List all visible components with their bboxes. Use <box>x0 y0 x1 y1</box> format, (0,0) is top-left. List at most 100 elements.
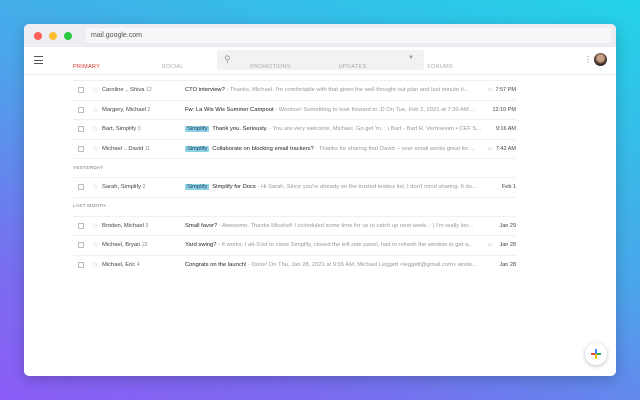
date: Jan 28 <box>499 261 516 268</box>
sender: Bart, Simplify 3 <box>102 126 185 132</box>
sender: Sarah, Simplify 2 <box>102 184 185 190</box>
star-icon[interactable]: ☆ <box>92 241 102 249</box>
chevron-down-icon[interactable]: ▼ <box>408 55 414 61</box>
email-row[interactable]: ☆ Caroline .. Shiva 12 CTO interview? - Th… <box>73 80 516 100</box>
sender: Caroline .. Shiva 12 <box>102 87 185 93</box>
more-options-icon[interactable]: ⋮ <box>584 55 592 64</box>
email-summary: Fw: La Wis Wis Summer Campout - Woohoo! … <box>185 107 483 113</box>
select-checkbox[interactable] <box>78 87 84 94</box>
snippet: - Woohoo! Something to look forward to :… <box>273 106 476 113</box>
star-icon[interactable]: ☆ <box>92 183 102 191</box>
menu-icon[interactable] <box>34 56 43 67</box>
select-checkbox[interactable] <box>78 184 84 191</box>
snippet: - Hi Sarah, Since you're already on the … <box>255 184 477 191</box>
email-summary: Simplify Thank you. Seriously. - You are … <box>185 126 483 133</box>
star-icon[interactable]: ☆ <box>92 222 102 230</box>
subject: Congrats on the launch! <box>185 261 247 268</box>
sender: Michael .. David 11 <box>102 146 185 152</box>
date: 7:42 AM <box>495 145 516 152</box>
select-checkbox[interactable] <box>78 242 84 249</box>
subject: CTO interview? <box>185 87 225 94</box>
label-badge[interactable]: Simplify <box>185 145 210 152</box>
email-row[interactable]: ☆ Michael, Bryan 22 Yard swing? - It works… <box>73 235 516 255</box>
sender-names: Michael, Bryan <box>102 242 141 249</box>
attachment-icon: ▭ <box>487 242 493 249</box>
thread-count: 12 <box>146 87 152 94</box>
tab-promotions[interactable]: PROMOTIONS <box>250 64 339 80</box>
star-icon[interactable]: ☆ <box>92 86 102 94</box>
email-summary: Simplify Collaborate on blocking email tr… <box>185 145 483 152</box>
select-checkbox[interactable] <box>78 145 84 152</box>
select-checkbox[interactable] <box>78 106 84 113</box>
date: Feb 1 <box>501 184 516 191</box>
star-icon[interactable]: ☆ <box>92 261 102 269</box>
date: 9:16 AM <box>495 126 516 133</box>
date: Jan 29 <box>499 222 516 229</box>
maximize-window-button[interactable] <box>64 31 72 40</box>
email-row[interactable]: ☆ Bart, Simplify 3 Simplify Thank you. Seri… <box>73 119 516 139</box>
sender-names: Caroline .. Shiva <box>102 87 145 94</box>
sender-names: Michael, Eric <box>102 261 136 268</box>
snippet: - Awesome. Thanks Micahel! I scheduled s… <box>217 222 474 229</box>
sender: Margery, Michael 2 <box>102 107 185 113</box>
sender: Michael, Eric 4 <box>102 262 185 268</box>
email-row[interactable]: ☆ Margery, Michael 2 Fw: La Wis Wis Summer… <box>73 99 516 120</box>
minimize-window-button[interactable] <box>49 31 57 40</box>
tab-social[interactable]: SOCIAL <box>162 64 251 80</box>
thread-count: 4 <box>136 261 140 268</box>
category-tabs: PRIMARY SOCIAL PROMOTIONS UPDATES FORUMS <box>73 64 516 80</box>
email-row[interactable]: ☆ Sarah, Simplify 2 Simplify Simplify for D… <box>73 177 516 197</box>
select-checkbox[interactable] <box>78 261 84 268</box>
subject: Collaborate on blocking email trackers? <box>212 145 314 152</box>
thread-count: 2 <box>142 184 146 191</box>
email-list: ☆ Caroline .. Shiva 12 CTO interview? - Th… <box>73 80 516 274</box>
select-checkbox[interactable] <box>78 222 84 229</box>
star-icon[interactable]: ☆ <box>92 125 102 133</box>
close-window-button[interactable] <box>34 31 42 40</box>
subject: Small favor? <box>185 222 218 229</box>
snippet: - You are very welcome, Michael. Go get … <box>267 126 482 133</box>
date: Jan 28 <box>499 242 516 249</box>
date: 7:57 PM <box>495 87 516 94</box>
thread-count: 11 <box>144 145 151 152</box>
sender-names: Bart, Simplify <box>102 126 137 133</box>
avatar[interactable] <box>594 53 607 66</box>
snippet: - It works. I alt-S'ed to close Simplify… <box>216 242 473 249</box>
thread-count: 3 <box>137 126 141 133</box>
email-summary: Yard swing? - It works. I alt-S'ed to cl… <box>185 242 483 248</box>
label-badge[interactable]: Simplify <box>185 126 210 133</box>
subject: Thank you. Seriously. <box>212 126 268 133</box>
select-checkbox[interactable] <box>78 126 84 133</box>
star-icon[interactable]: ☆ <box>92 106 102 114</box>
email-row[interactable]: ☆ Michael, Eric 4 Congrats on the launch! … <box>73 254 516 275</box>
sender-names: Michael .. David <box>102 145 144 152</box>
subject: Fw: La Wis Wis Summer Campout <box>185 106 274 113</box>
section-header: LAST MONTH <box>73 196 516 216</box>
compose-button[interactable] <box>585 343 607 365</box>
email-row[interactable]: ☆ Michael .. David 11 Simplify Collaborate … <box>73 138 516 159</box>
thread-count: 2 <box>147 106 151 113</box>
star-icon[interactable]: ☆ <box>92 145 102 153</box>
thread-count: 3 <box>145 222 149 229</box>
tab-primary[interactable]: PRIMARY <box>73 64 162 80</box>
title-bar: mail.google.com <box>24 24 616 47</box>
email-summary: Congrats on the launch! - Done! On Thu, … <box>185 262 483 268</box>
section-header: YESTERDAY <box>73 158 516 177</box>
label-badge[interactable]: Simplify <box>185 184 210 191</box>
thread-count: 22 <box>141 242 148 249</box>
snippet: - Thanks for sharing that David -- over … <box>313 145 475 152</box>
sender: Broden, Michael 3 <box>102 223 185 229</box>
email-summary: CTO interview? - Thanks, Michael. I'm co… <box>185 87 483 93</box>
tab-updates[interactable]: UPDATES <box>339 64 428 80</box>
email-summary: Small favor? - Awesome. Thanks Micahel! … <box>185 223 483 229</box>
email-summary: Simplify Simplify for Docs - Hi Sarah, Si… <box>185 184 483 191</box>
snippet: - Done! On Thu, Jan 28, 2021 at 9:55 AM,… <box>246 261 477 268</box>
subject: Simplify for Docs <box>212 184 256 191</box>
email-row[interactable]: ☆ Broden, Michael 3 Small favor? - Awesome… <box>73 215 516 236</box>
tab-forums[interactable]: FORUMS <box>427 64 516 80</box>
sender-names: Broden, Michael <box>102 222 144 229</box>
sender-names: Sarah, Simplify <box>102 184 141 191</box>
address-bar[interactable]: mail.google.com <box>86 28 611 43</box>
subject: Yard swing? <box>185 242 217 249</box>
sender: Michael, Bryan 22 <box>102 242 185 248</box>
